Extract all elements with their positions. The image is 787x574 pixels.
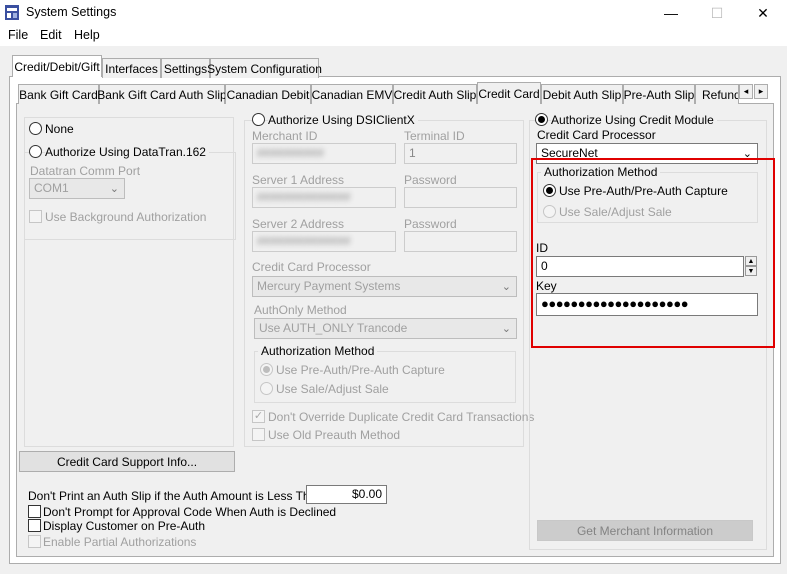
- menu-edit[interactable]: Edit: [40, 28, 62, 42]
- partial-auth-checkbox[interactable]: [28, 535, 41, 548]
- id-field[interactable]: 0: [536, 256, 744, 277]
- dsi-sale-radio[interactable]: [260, 382, 273, 395]
- id-spinner[interactable]: ▲ ▼: [745, 256, 757, 276]
- tab-system-configuration[interactable]: System Configuration: [207, 58, 322, 78]
- terminal-id-label: Terminal ID: [404, 129, 465, 143]
- maximize-button[interactable]: ☐: [694, 0, 740, 26]
- server2-field[interactable]: ##############: [252, 231, 396, 252]
- comm-port-value: COM1: [34, 181, 69, 195]
- server1-label: Server 1 Address: [252, 173, 345, 187]
- terminal-id-field[interactable]: 1: [404, 143, 517, 164]
- dsi-processor-label: Credit Card Processor: [252, 260, 371, 274]
- tab-bank-gift-card[interactable]: Bank Gift Card: [18, 84, 99, 104]
- module-preauth-label: Use Pre-Auth/Pre-Auth Capture: [559, 184, 728, 198]
- dsi-auth-method-title: Authorization Method: [258, 344, 378, 358]
- datatran-radio[interactable]: [29, 145, 42, 158]
- display-customer-checkbox[interactable]: [28, 519, 41, 532]
- dup-override-label: Don't Override Duplicate Credit Card Tra…: [268, 410, 535, 424]
- datatran-label: Authorize Using DataTran.162: [45, 145, 209, 159]
- authonly-value: Use AUTH_ONLY Trancode: [259, 321, 408, 335]
- key-field[interactable]: ●●●●●●●●●●●●●●●●●●●●: [536, 293, 758, 316]
- server1-value: ##############: [257, 190, 351, 204]
- display-customer-label: Display Customer on Pre-Auth: [43, 519, 206, 533]
- comm-port-label: Datatran Comm Port: [30, 164, 141, 178]
- tab-scroll-left-icon[interactable]: ◂: [739, 84, 753, 99]
- password1-label: Password: [404, 173, 457, 187]
- tab-credit-debit-gift[interactable]: Credit/Debit/Gift: [12, 55, 102, 77]
- id-label: ID: [536, 241, 548, 255]
- background-auth-checkbox[interactable]: [29, 210, 42, 223]
- menu-bar: [0, 26, 787, 46]
- dont-prompt-checkbox[interactable]: [28, 505, 41, 518]
- password2-field[interactable]: [404, 231, 517, 252]
- module-label: Authorize Using Credit Module: [551, 113, 717, 127]
- dsi-preauth-radio[interactable]: [260, 363, 273, 376]
- minimize-button[interactable]: —: [648, 0, 694, 26]
- close-button[interactable]: ✕: [740, 0, 786, 26]
- none-radio[interactable]: [29, 122, 42, 135]
- tab-scroll-right-icon[interactable]: ▸: [754, 84, 768, 99]
- dsi-processor-value: Mercury Payment Systems: [257, 279, 401, 293]
- module-sale-radio[interactable]: [543, 205, 556, 218]
- server1-field[interactable]: ##############: [252, 187, 396, 208]
- tab-credit-auth-slip[interactable]: Credit Auth Slip: [393, 84, 477, 104]
- menu-help[interactable]: Help: [74, 28, 100, 42]
- module-auth-method-title: Authorization Method: [541, 165, 661, 179]
- dsi-label: Authorize Using DSIClientX: [268, 113, 418, 127]
- module-preauth-radio[interactable]: [543, 184, 556, 197]
- partial-auth-label: Enable Partial Authorizations: [43, 535, 197, 549]
- spin-down-icon[interactable]: ▼: [745, 266, 757, 276]
- app-icon: [5, 5, 19, 20]
- tab-debit-auth-slip[interactable]: Debit Auth Slip: [541, 84, 623, 104]
- credit-card-support-button[interactable]: Credit Card Support Info...: [19, 451, 235, 472]
- chevron-down-icon: ⌄: [501, 323, 511, 335]
- authonly-label: AuthOnly Method: [254, 303, 347, 317]
- tab-pre-auth-slip[interactable]: Pre-Auth Slip: [623, 84, 695, 104]
- auth-slip-amount-field[interactable]: $0.00: [306, 485, 387, 504]
- old-preauth-checkbox[interactable]: [252, 428, 265, 441]
- background-auth-label: Use Background Authorization: [45, 210, 207, 224]
- menu-file[interactable]: File: [8, 28, 28, 42]
- dsi-processor-select[interactable]: Mercury Payment Systems ⌄: [252, 276, 517, 297]
- auth-slip-label: Don't Print an Auth Slip if the Auth Amo…: [28, 489, 323, 503]
- merchant-id-value: ##########: [257, 146, 324, 160]
- tab-interfaces[interactable]: Interfaces: [102, 58, 161, 78]
- chevron-down-icon: ⌄: [109, 183, 119, 195]
- key-label: Key: [536, 279, 557, 293]
- tab-canadian-debit[interactable]: Canadian Debit: [225, 84, 311, 104]
- merchant-id-field[interactable]: ##########: [252, 143, 396, 164]
- server2-value: ##############: [257, 234, 351, 248]
- password1-field[interactable]: [404, 187, 517, 208]
- tab-bank-gift-card-auth-slip[interactable]: Bank Gift Card Auth Slip: [97, 84, 227, 104]
- merchant-id-label: Merchant ID: [252, 129, 318, 143]
- dsi-preauth-label: Use Pre-Auth/Pre-Auth Capture: [276, 363, 445, 377]
- password2-label: Password: [404, 217, 457, 231]
- authonly-select[interactable]: Use AUTH_ONLY Trancode ⌄: [254, 318, 517, 339]
- module-processor-label: Credit Card Processor: [537, 128, 656, 142]
- none-label: None: [45, 122, 74, 136]
- get-merchant-info-button[interactable]: Get Merchant Information: [537, 520, 753, 541]
- old-preauth-label: Use Old Preauth Method: [268, 428, 401, 442]
- comm-port-select[interactable]: COM1 ⌄: [29, 178, 125, 199]
- module-radio[interactable]: [535, 113, 548, 126]
- tab-refund[interactable]: Refund: [695, 84, 739, 104]
- dont-prompt-label: Don't Prompt for Approval Code When Auth…: [43, 505, 337, 519]
- module-sale-label: Use Sale/Adjust Sale: [559, 205, 672, 219]
- tab-credit-card[interactable]: Credit Card: [477, 82, 541, 104]
- server2-label: Server 2 Address: [252, 217, 345, 231]
- dup-override-checkbox[interactable]: ✓: [252, 410, 265, 423]
- dsi-radio[interactable]: [252, 113, 265, 126]
- window-title: System Settings: [26, 5, 117, 19]
- dsi-sale-label: Use Sale/Adjust Sale: [276, 382, 389, 396]
- tab-canadian-emv[interactable]: Canadian EMV: [311, 84, 393, 104]
- tab-settings[interactable]: Settings: [161, 58, 210, 78]
- chevron-down-icon: ⌄: [501, 281, 511, 293]
- spin-up-icon[interactable]: ▲: [745, 256, 757, 266]
